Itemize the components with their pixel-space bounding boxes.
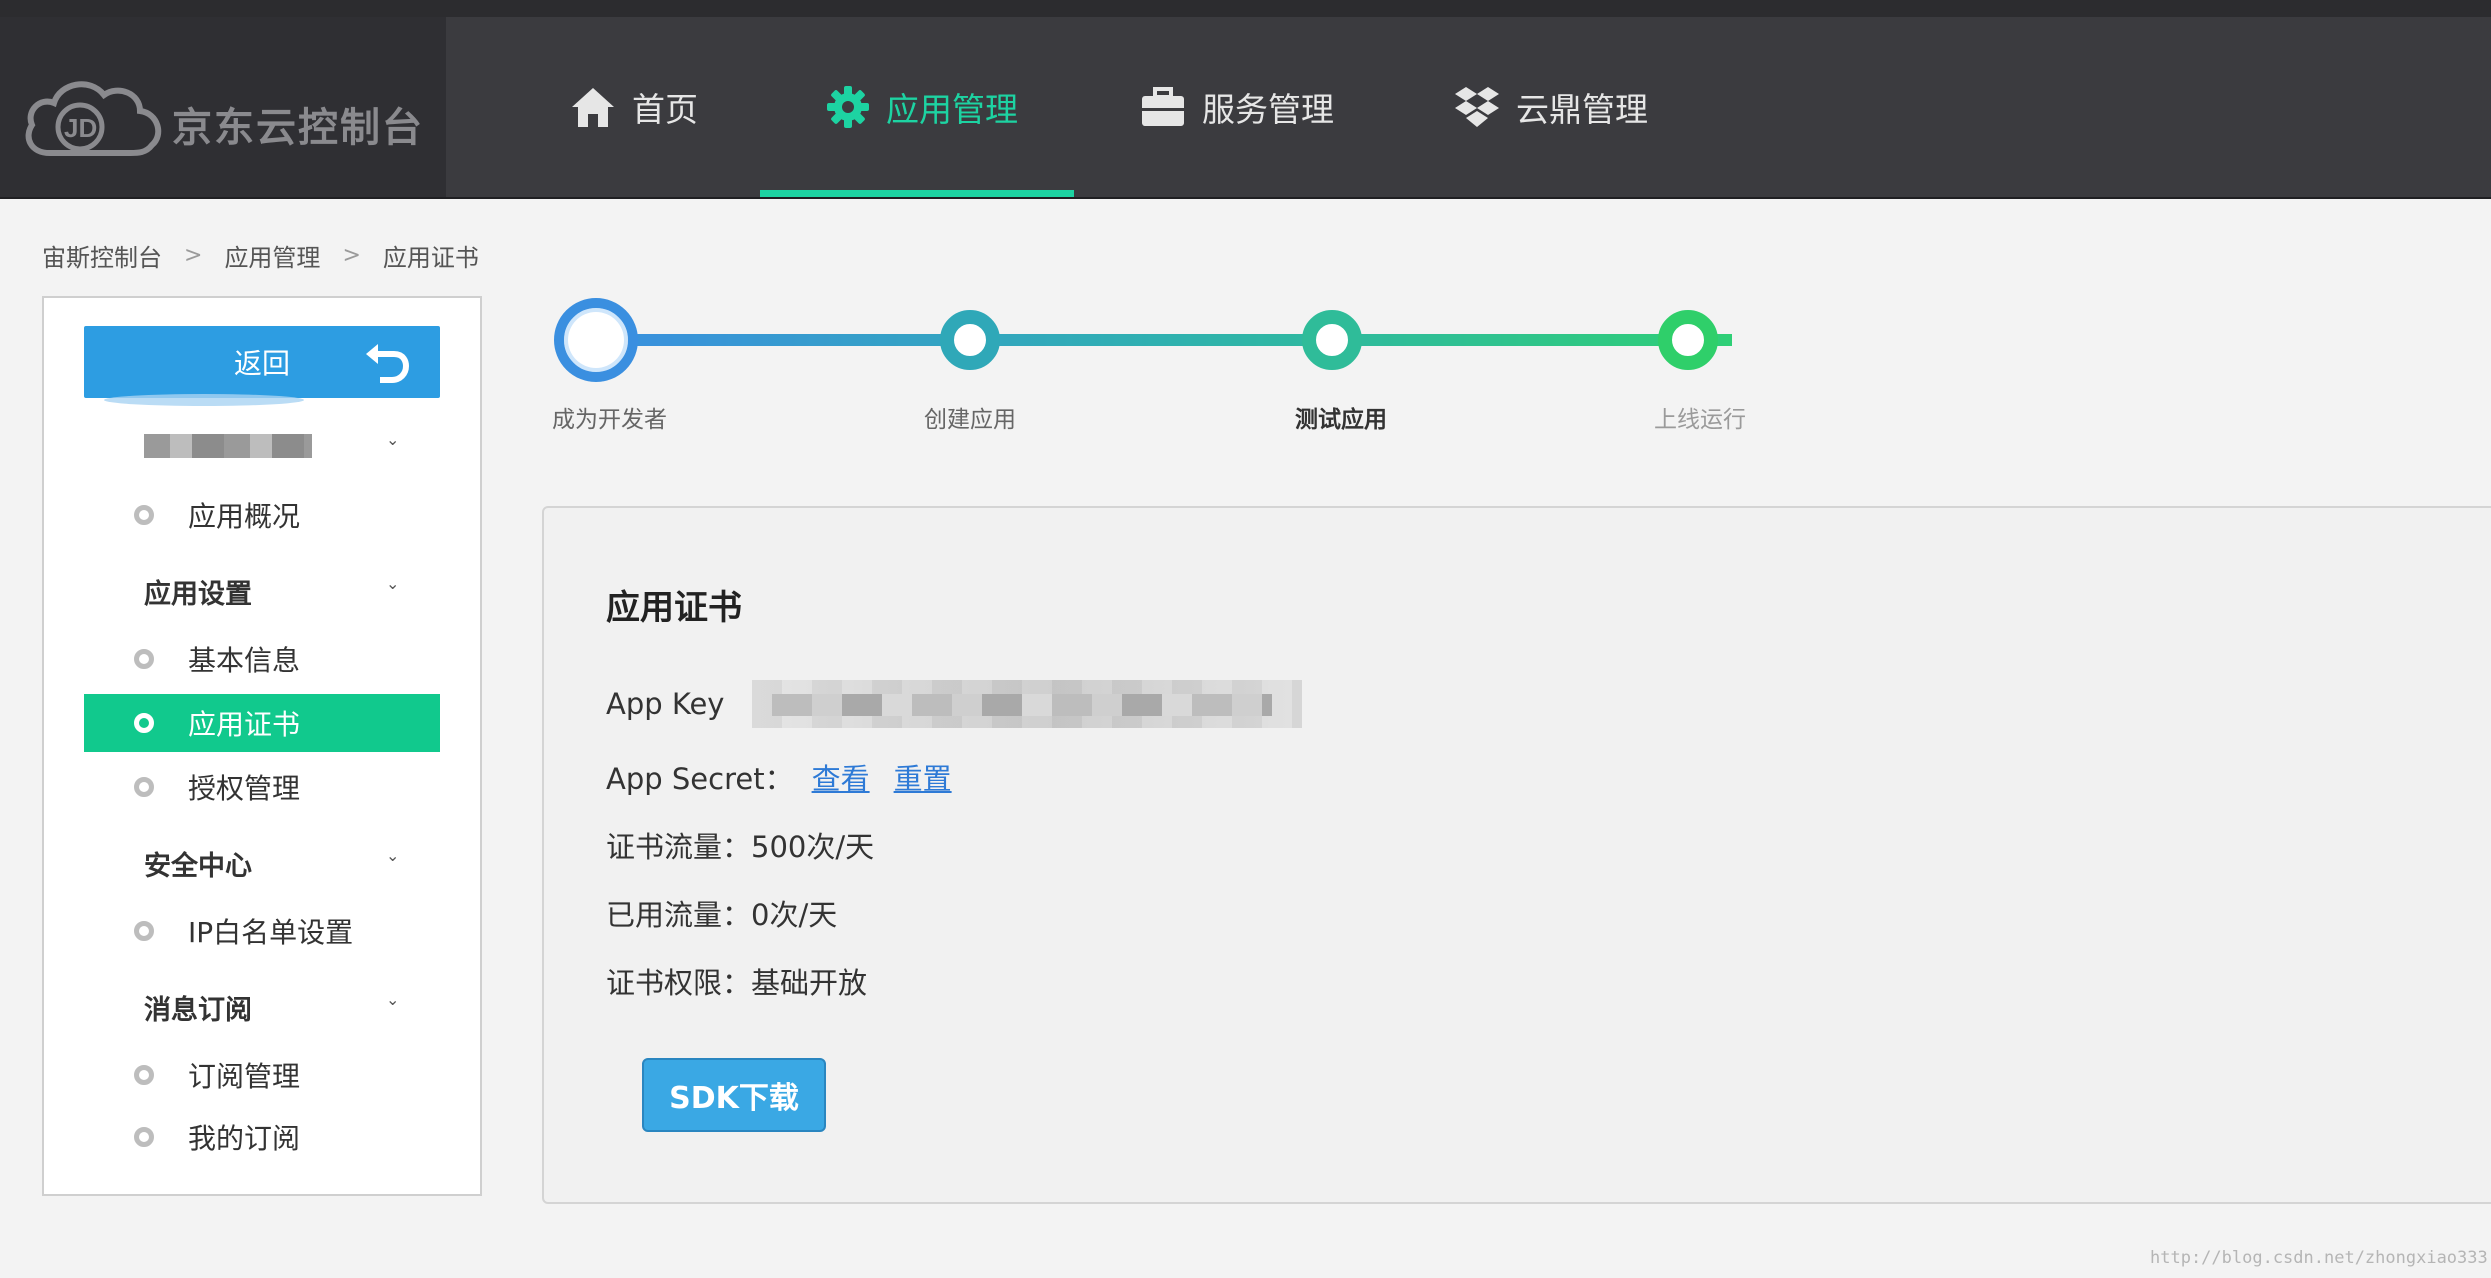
step-label: 成为开发者: [552, 407, 667, 433]
sdk-download-button[interactable]: SDK下载: [642, 1058, 826, 1132]
back-button-label: 返回: [233, 347, 290, 380]
circle-icon: [134, 649, 154, 669]
console-title: 京东云控制台: [172, 105, 424, 151]
quota-row: 证书流量：500次/天: [606, 830, 875, 864]
step-marker-done: [554, 298, 638, 382]
app-secret-row: App Secret： 查看 重置: [606, 756, 952, 798]
sidebar-item-label: 应用概况: [188, 500, 301, 533]
undo-icon: [366, 344, 410, 383]
nav-app-management[interactable]: 应用管理: [826, 17, 1018, 197]
sidebar-item-label: 我的订阅: [188, 1122, 301, 1155]
chevron-down-icon[interactable]: ⌄: [386, 430, 399, 449]
circle-icon: [134, 1127, 154, 1147]
sidebar-group-security-center[interactable]: 安全中心: [144, 844, 252, 883]
circle-icon: [134, 777, 154, 797]
app-key-row: App Key: [606, 680, 1303, 728]
reset-secret-link[interactable]: 重置: [894, 756, 952, 798]
sidebar-item-label: 授权管理: [188, 772, 301, 805]
logo-area[interactable]: JD 京东云控制台: [0, 17, 446, 197]
certificate-card: 应用证书 App Key App Secret： 查看 重置 证书流量：500次…: [542, 506, 2491, 1204]
chevron-right-icon: >: [342, 243, 361, 268]
sidebar-item-label: 基本信息: [188, 644, 301, 677]
top-navigation-bar: JD 京东云控制台 首页 应用管理 服务管理 云鼎管理: [0, 0, 2491, 199]
breadcrumb-item-current: 应用证书: [382, 244, 479, 272]
step-marker-done: [940, 310, 1000, 370]
sidebar-group-app-settings[interactable]: 应用设置: [144, 572, 252, 611]
circle-icon: [134, 1065, 154, 1085]
chevron-down-icon[interactable]: ⌄: [386, 846, 399, 865]
active-nav-indicator: [760, 190, 1074, 197]
sidebar-item-app-overview[interactable]: 应用概况: [84, 486, 440, 544]
nav-app-management-label: 应用管理: [886, 90, 1018, 129]
circle-icon: [134, 713, 154, 733]
chevron-down-icon[interactable]: ⌄: [386, 990, 399, 1009]
dropbox-icon: [1455, 87, 1499, 127]
sidebar-item-ip-whitelist[interactable]: IP白名单设置: [84, 902, 440, 960]
step-connector: [1158, 334, 1732, 346]
breadcrumb: 宙斯控制台 > 应用管理 > 应用证书: [42, 238, 479, 273]
briefcase-icon: [1142, 87, 1184, 126]
used-quota-row: 已用流量：0次/天: [606, 898, 838, 932]
nav-cloud-management-label: 云鼎管理: [1516, 90, 1648, 129]
nav-cloud-management[interactable]: 云鼎管理: [1454, 17, 1648, 197]
chevron-down-icon[interactable]: ⌄: [386, 574, 399, 593]
app-key-label: App Key: [606, 687, 725, 721]
step-marker-current: [1302, 310, 1362, 370]
back-button[interactable]: 返回: [84, 326, 440, 398]
sidebar-item-my-subscriptions[interactable]: 我的订阅: [84, 1108, 440, 1166]
sidebar-item-label: IP白名单设置: [188, 916, 354, 949]
permission-row: 证书权限：基础开放: [606, 966, 868, 1000]
chevron-right-icon: >: [184, 243, 203, 268]
nav-service-management-label: 服务管理: [1202, 90, 1334, 129]
sidebar-item-subscription-management[interactable]: 订阅管理: [84, 1046, 440, 1104]
step-label: 上线运行: [1654, 407, 1746, 433]
step-label: 创建应用: [924, 407, 1016, 433]
circle-icon: [134, 505, 154, 525]
jd-cloud-logo-icon: JD: [25, 81, 162, 156]
sidebar-item-app-certificate[interactable]: 应用证书: [84, 694, 440, 752]
watermark: http://blog.csdn.net/zhongxiao333: [2150, 1248, 2488, 1268]
home-icon: [572, 88, 614, 127]
circle-icon: [134, 921, 154, 941]
masked-app-key: [752, 680, 1303, 728]
sidebar: 返回 ⌄ 应用概况 应用设置 ⌄ 基本信息 应用证书 授权管理 安全中心 ⌄ I…: [42, 296, 482, 1196]
sidebar-item-authorization[interactable]: 授权管理: [84, 758, 440, 816]
gear-icon: [827, 86, 869, 128]
blurred-artifact: [104, 394, 304, 406]
nav-home[interactable]: 首页: [570, 17, 698, 197]
card-title: 应用证书: [606, 588, 742, 628]
step-marker-future: [1658, 310, 1718, 370]
masked-app-name: [144, 434, 312, 458]
sidebar-item-label: 应用证书: [188, 708, 301, 741]
svg-text:JD: JD: [64, 113, 97, 143]
view-secret-link[interactable]: 查看: [812, 756, 870, 798]
sidebar-group-message-subscription[interactable]: 消息订阅: [144, 988, 252, 1027]
sidebar-item-label: 订阅管理: [188, 1060, 301, 1093]
breadcrumb-item[interactable]: 宙斯控制台: [42, 238, 162, 273]
nav-service-management[interactable]: 服务管理: [1140, 17, 1334, 197]
app-secret-label: App Secret：: [606, 762, 794, 796]
breadcrumb-item[interactable]: 应用管理: [224, 238, 320, 273]
step-connector: [598, 334, 1158, 346]
sidebar-item-basic-info[interactable]: 基本信息: [84, 630, 440, 688]
progress-steps: 成为开发者 创建应用 测试应用 上线运行: [550, 296, 1850, 436]
nav-home-label: 首页: [632, 90, 698, 129]
step-label: 测试应用: [1295, 407, 1387, 433]
